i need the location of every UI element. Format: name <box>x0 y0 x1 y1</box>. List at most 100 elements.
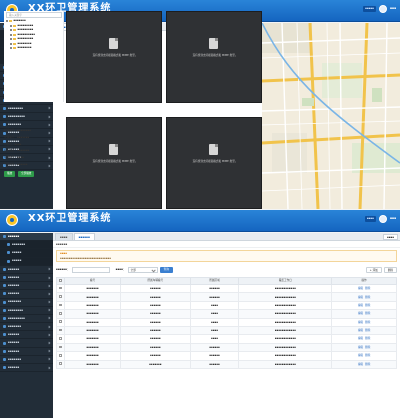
area-select[interactable]: 全部 <box>127 266 158 273</box>
delete-link[interactable]: 删除 <box>365 354 370 357</box>
tree-node[interactable]: ▪▪▪▪▪▪▪▪ <box>4 46 63 51</box>
sidebar-item[interactable]: ▪▪▪▪▪▪ <box>0 290 53 299</box>
edit-link[interactable]: 编辑 <box>358 312 363 315</box>
sidebar-header[interactable]: ▪▪▪▪▪▪ <box>0 233 53 242</box>
row-checkbox[interactable] <box>59 295 62 298</box>
top-button[interactable]: ▪▪▪▪ <box>364 216 376 222</box>
row-checkbox[interactable] <box>59 286 62 290</box>
sidebar-item[interactable]: ▪▪▪▪▪▪ <box>0 266 53 274</box>
row-checkbox[interactable] <box>59 337 62 340</box>
checkbox[interactable] <box>10 29 13 32</box>
row-checkbox[interactable] <box>59 353 62 357</box>
table-cell: ▪▪▪▪▪▪▪▪▪▪▪▪ <box>238 342 333 353</box>
edit-link[interactable]: 编辑 <box>358 337 363 340</box>
delete-link[interactable]: 删除 <box>365 304 370 307</box>
table-cell: ▪▪▪▪▪▪▪▪▪▪▪▪ <box>238 283 333 294</box>
tab-home[interactable]: ▪▪▪▪ <box>55 233 73 240</box>
sidebar-item-label: ▪▪▪▪▪▪ <box>8 283 20 288</box>
select-all-checkbox[interactable] <box>59 279 62 282</box>
sidebar-item[interactable]: ▪▪▪▪▪▪▪▪▪ <box>0 113 53 122</box>
tab-options[interactable]: ▪▪▪▪ <box>382 234 398 240</box>
table-row[interactable]: ▪▪▪▪▪▪▪ ▪▪▪▪▪▪▪ ▪▪▪▪▪▪ ▪▪▪▪▪▪▪▪▪▪▪▪ 编辑 删除 <box>56 359 397 369</box>
chevron-right-icon <box>47 115 51 119</box>
sidebar-item[interactable]: ▪▪▪▪▪▪▪▪ <box>0 105 53 114</box>
checkbox[interactable] <box>6 20 9 23</box>
edit-link[interactable]: 编辑 <box>358 354 363 357</box>
user-name[interactable]: ▪▪▪ <box>390 7 396 11</box>
chevron-right-icon <box>47 317 51 320</box>
map-view[interactable] <box>262 23 400 209</box>
sidebar-item[interactable]: ▪▪▪▪▪▪▪▪ <box>0 307 53 315</box>
play-button[interactable]: 播放 <box>4 170 16 177</box>
edit-link[interactable]: 编辑 <box>358 287 363 290</box>
table-row[interactable]: ▪▪▪▪▪▪▪ ▪▪▪▪▪▪ ▪▪▪▪ ▪▪▪▪▪▪▪▪▪▪▪▪ 编辑 删除 <box>56 309 397 319</box>
delete-link[interactable]: 删除 <box>365 312 370 315</box>
edit-link[interactable]: 编辑 <box>358 304 363 307</box>
query-button[interactable]: 查询 <box>159 266 173 273</box>
delete-link[interactable]: 删除 <box>365 287 370 290</box>
row-checkbox[interactable] <box>59 303 62 307</box>
sidebar-item[interactable]: ▪▪▪▪▪▪ <box>0 282 53 291</box>
sidebar-item[interactable]: ▪▪▪▪▪▪ <box>0 364 53 373</box>
sidebar-item[interactable]: ▪▪▪▪▪▪ <box>0 339 53 348</box>
sidebar-item-label: ▪▪▪▪▪▪ <box>8 348 20 353</box>
user-name[interactable]: ▪▪▪ <box>390 217 396 221</box>
sidebar-item[interactable]: ▪▪▪▪▪▪ <box>0 348 53 356</box>
edit-link[interactable]: 编辑 <box>358 363 363 366</box>
table-cell: ▪▪▪▪▪▪▪ <box>64 359 121 369</box>
checkbox[interactable] <box>10 38 13 41</box>
video-error-msg: 没有找到支持视频格式和 MIME 类型。 <box>192 160 238 163</box>
sidebar-item[interactable]: ▪▪▪▪▪▪ <box>0 331 53 340</box>
video-cell[interactable]: 没有找到支持视频格式和 MIME 类型。 <box>66 11 162 103</box>
row-checkbox[interactable] <box>59 328 62 332</box>
tree-node-label: ▪▪▪▪▪▪▪▪ <box>17 46 32 49</box>
checkbox[interactable] <box>10 47 13 50</box>
play-all-button[interactable]: 全部播放 <box>18 170 35 177</box>
sidebar-item[interactable]: ▪▪▪▪▪▪▪ <box>0 299 53 307</box>
delete-button[interactable]: 删除 <box>383 266 397 273</box>
delete-link[interactable]: 删除 <box>365 321 370 324</box>
delete-link[interactable]: 删除 <box>365 346 370 349</box>
table-row[interactable]: ▪▪▪▪▪▪▪ ▪▪▪▪▪▪ ▪▪▪▪ ▪▪▪▪▪▪▪▪▪▪▪▪ 编辑 删除 <box>56 334 397 344</box>
table-row[interactable]: ▪▪▪▪▪▪▪ ▪▪▪▪▪▪ ▪▪▪▪▪▪ ▪▪▪▪▪▪▪▪▪▪▪▪ 编辑 删除 <box>56 292 397 302</box>
avatar[interactable] <box>378 5 387 13</box>
delete-link[interactable]: 删除 <box>365 329 370 332</box>
delete-link[interactable]: 删除 <box>365 296 370 299</box>
tab-current[interactable]: ▪▪▪▪▪▪ <box>73 233 95 240</box>
table-row[interactable]: ▪▪▪▪▪▪▪ ▪▪▪▪▪▪ ▪▪▪▪▪▪ ▪▪▪▪▪▪▪▪▪▪▪▪ 编辑 删除 <box>56 283 397 294</box>
top-button[interactable]: ▪▪▪▪▪ <box>363 6 376 12</box>
edit-link[interactable]: 编辑 <box>358 346 363 349</box>
checkbox[interactable] <box>10 33 13 36</box>
table-row[interactable]: ▪▪▪▪▪▪▪ ▪▪▪▪▪▪ ▪▪▪▪ ▪▪▪▪▪▪▪▪▪▪▪▪ 编辑 删除 <box>56 317 397 327</box>
add-button[interactable]: + 添加 <box>365 266 382 273</box>
sidebar-item[interactable]: ▪▪▪▪▪ <box>0 249 53 258</box>
delete-link[interactable]: 删除 <box>365 363 370 366</box>
search-input[interactable] <box>71 266 110 273</box>
video-cell[interactable]: 没有找到支持视频格式和 MIME 类型。 <box>166 11 262 103</box>
edit-link[interactable]: 编辑 <box>358 321 363 324</box>
avatar[interactable] <box>378 215 387 223</box>
sidebar-item[interactable]: ▪▪▪▪▪▪▪ <box>0 323 53 332</box>
row-checkbox[interactable] <box>59 362 62 365</box>
sidebar-item[interactable]: ▪▪▪▪▪▪▪▪▪ <box>0 315 53 324</box>
row-checkbox[interactable] <box>59 320 62 323</box>
table-row[interactable]: ▪▪▪▪▪▪▪ ▪▪▪▪▪▪ ▪▪▪▪ ▪▪▪▪▪▪▪▪▪▪▪▪ 编辑 删除 <box>56 300 397 311</box>
row-checkbox[interactable] <box>59 312 62 315</box>
table-row[interactable]: ▪▪▪▪▪▪▪ ▪▪▪▪▪▪ ▪▪▪▪▪▪ ▪▪▪▪▪▪▪▪▪▪▪▪ 编辑 删除 <box>56 342 397 353</box>
sidebar-item[interactable]: ▪▪▪▪▪▪ <box>0 274 53 283</box>
sidebar-item[interactable]: ▪▪▪▪▪▪▪ <box>0 241 53 250</box>
delete-link[interactable]: 删除 <box>365 337 370 340</box>
sidebar-item[interactable]: ▪▪▪▪▪ <box>0 257 53 266</box>
column-header: 覆盖工作日 <box>238 277 333 285</box>
table-row[interactable]: ▪▪▪▪▪▪▪ ▪▪▪▪▪▪ ▪▪▪▪ ▪▪▪▪▪▪▪▪▪▪▪▪ 编辑 删除 <box>56 325 397 336</box>
tree-search-input[interactable]: 输入关键字 <box>6 12 62 18</box>
edit-link[interactable]: 编辑 <box>358 329 363 332</box>
video-cell[interactable]: 没有找到支持视频格式和 MIME 类型。 <box>66 117 162 209</box>
checkbox[interactable] <box>10 42 13 45</box>
video-cell[interactable]: 没有找到支持视频格式和 MIME 类型。 <box>166 117 262 209</box>
row-checkbox[interactable] <box>59 345 62 349</box>
edit-link[interactable]: 编辑 <box>358 296 363 299</box>
sidebar-item[interactable]: ▪▪▪▪▪▪▪ <box>0 356 53 364</box>
table-row[interactable]: ▪▪▪▪▪▪▪ ▪▪▪▪▪▪ ▪▪▪▪▪▪ ▪▪▪▪▪▪▪▪▪▪▪▪ 编辑 删除 <box>56 351 397 361</box>
checkbox[interactable] <box>10 24 13 27</box>
